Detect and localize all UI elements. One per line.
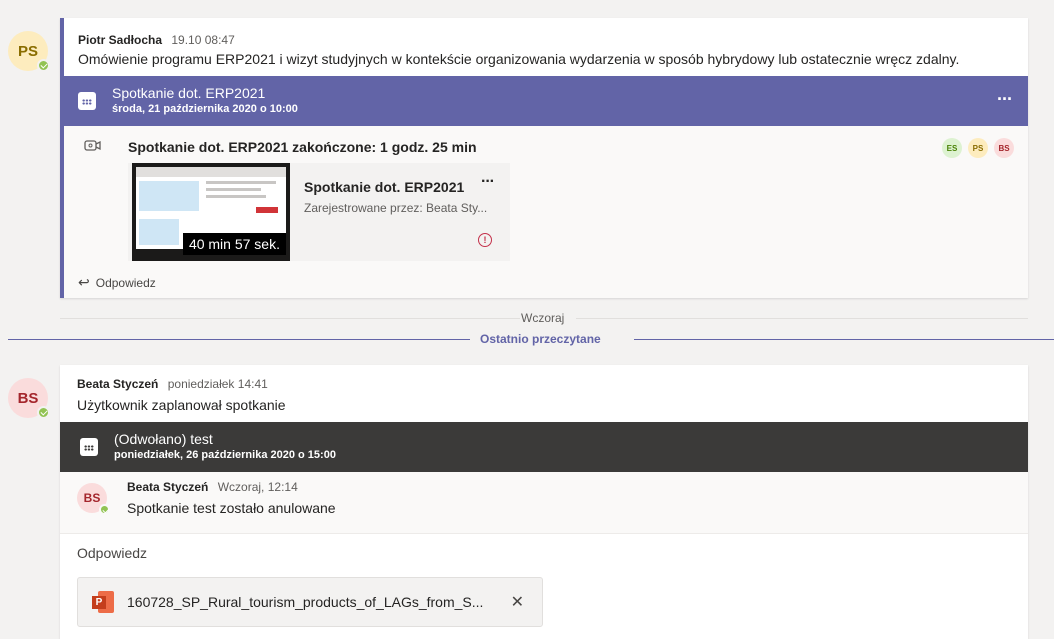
- duration-badge: 40 min 57 sek.: [182, 233, 286, 255]
- avatar[interactable]: BS: [77, 483, 110, 515]
- timestamp: poniedziałek 14:41: [167, 377, 268, 391]
- reply-label: Odpowiedz: [95, 275, 156, 290]
- avatar-initials: BS: [17, 389, 39, 407]
- avatar-initials: BS: [83, 491, 101, 505]
- meeting-date: poniedziałek, 26 października 2020 o 15:…: [114, 449, 336, 461]
- status-available-icon: [37, 59, 50, 72]
- author-name[interactable]: Beata Styczeń: [127, 480, 208, 494]
- recorded-by: Zarejestrowane przez: Beata Sty...: [304, 201, 488, 215]
- participant-avatar[interactable]: ES: [942, 138, 962, 158]
- close-icon[interactable]: ✕: [511, 592, 524, 612]
- message-card: Piotr Sadłocha 19.10 08:47 Omówienie pro…: [60, 18, 1028, 298]
- status-available-icon: [37, 406, 50, 419]
- avatar[interactable]: BS: [8, 378, 50, 419]
- powerpoint-icon: P: [92, 591, 114, 613]
- warning-icon[interactable]: !: [478, 233, 492, 247]
- recording-thumbnail[interactable]: 40 min 57 sek.: [132, 163, 290, 261]
- reply-input[interactable]: Odpowiedz: [77, 545, 147, 561]
- recording-title[interactable]: Spotkanie dot. ERP2021: [304, 179, 464, 195]
- message-card: Beata Styczeń poniedziałek 14:41 Użytkow…: [60, 365, 1028, 639]
- meeting-ended-text: Spotkanie dot. ERP2021 zakończone: 1 god…: [128, 139, 477, 155]
- reply-button[interactable]: ↩ Odpowiedz: [78, 274, 156, 291]
- more-options-icon[interactable]: ···: [997, 89, 1013, 110]
- timestamp: Wczoraj, 12:14: [217, 480, 298, 494]
- reply-icon: ↩: [78, 274, 90, 290]
- meeting-title: Spotkanie dot. ERP2021: [112, 85, 266, 101]
- attachment-filename[interactable]: 160728_SP_Rural_tourism_products_of_LAGs…: [127, 594, 483, 610]
- message-text: Użytkownik zaplanował spotkanie: [77, 397, 286, 413]
- status-available-icon: [99, 504, 110, 515]
- meeting-card[interactable]: Spotkanie dot. ERP2021 środa, 21 paździe…: [64, 76, 1028, 126]
- reply-item: BS Beata Styczeń Wczoraj, 12:14 Spotkani…: [60, 472, 1028, 534]
- more-options-icon[interactable]: ···: [481, 173, 495, 191]
- participant-avatar[interactable]: BS: [994, 138, 1014, 158]
- author-name[interactable]: Beata Styczeń: [77, 377, 158, 391]
- meeting-date: środa, 21 października 2020 o 10:00: [112, 103, 298, 115]
- avatar-initials: PS: [17, 42, 38, 60]
- meeting-title: (Odwołano) test: [114, 431, 213, 447]
- meeting-card[interactable]: (Odwołano) test poniedziałek, 26 paździe…: [60, 422, 1028, 472]
- message-text: Omówienie programu ERP2021 i wizyt study…: [78, 51, 960, 67]
- day-divider-label: Wczoraj: [521, 311, 565, 325]
- participants: ES PS BS: [936, 138, 1014, 158]
- day-divider-line: [60, 318, 520, 319]
- last-read-line: [634, 339, 1054, 340]
- last-read-label: Ostatnio przeczytane: [480, 332, 601, 346]
- reply-header: Beata Styczeń Wczoraj, 12:14: [127, 480, 298, 494]
- video-camera-icon: [84, 138, 102, 159]
- reply-text: Spotkanie test zostało anulowane: [127, 500, 336, 516]
- calendar-icon: [78, 92, 96, 110]
- calendar-icon: [80, 438, 98, 456]
- recording-card[interactable]: 40 min 57 sek. Spotkanie dot. ERP2021 ··…: [128, 163, 510, 261]
- avatar[interactable]: PS: [8, 31, 50, 72]
- message-header: Beata Styczeń poniedziałek 14:41: [77, 377, 268, 391]
- participant-avatar[interactable]: PS: [968, 138, 988, 158]
- timestamp: 19.10 08:47: [171, 33, 235, 47]
- attachment-chip[interactable]: P 160728_SP_Rural_tourism_products_of_LA…: [77, 577, 543, 627]
- day-divider-line: [576, 318, 1028, 319]
- message-header: Piotr Sadłocha 19.10 08:47: [78, 33, 235, 47]
- author-name[interactable]: Piotr Sadłocha: [78, 33, 162, 47]
- last-read-line: [8, 339, 470, 340]
